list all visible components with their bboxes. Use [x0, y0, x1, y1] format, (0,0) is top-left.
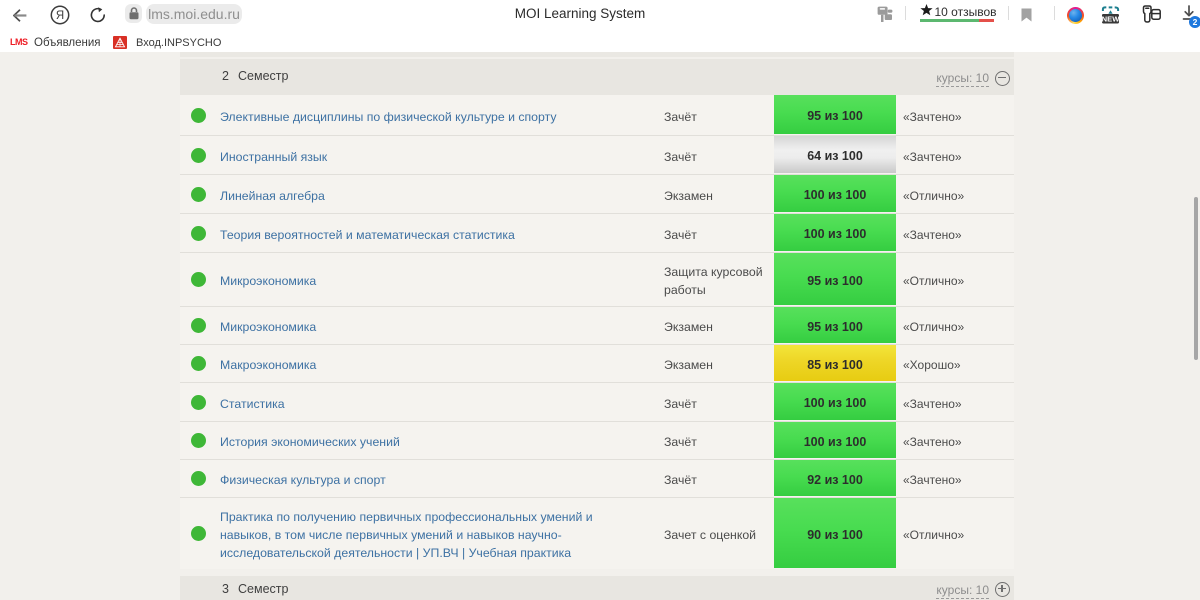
svg-text:Я: Я — [56, 10, 64, 22]
svg-text:NEW: NEW — [1102, 14, 1121, 23]
